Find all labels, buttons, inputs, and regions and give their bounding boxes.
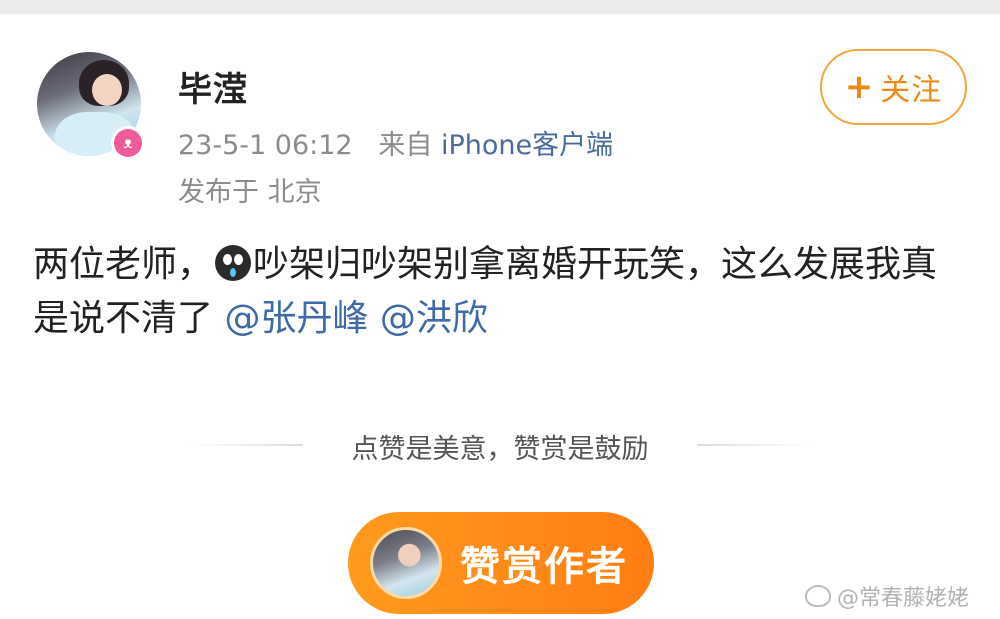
post-location: 发布于 北京 bbox=[178, 177, 322, 208]
weibo-icon bbox=[805, 585, 831, 607]
mention-link[interactable]: @张丹峰 bbox=[224, 298, 368, 339]
watermark-text: @常春藤姥姥 bbox=[837, 586, 970, 611]
avatar-face bbox=[92, 74, 122, 106]
plus-icon: + bbox=[844, 67, 875, 107]
reward-author-button[interactable]: 赞赏作者 bbox=[348, 512, 654, 614]
post-text: 两位老师， 吵架归吵架别拿离婚开玩笑，这么发展我真是说不清了 @张丹峰 @洪欣 bbox=[33, 238, 963, 346]
reward-caption: 点赞是美意，赞赏是鼓励 bbox=[351, 434, 649, 465]
divider-right bbox=[697, 444, 810, 446]
mention-link[interactable]: @洪欣 bbox=[380, 298, 488, 339]
source-prefix: 来自 bbox=[378, 130, 433, 161]
post-text-part1: 两位老师， bbox=[33, 244, 214, 285]
watermark: @常春藤姥姥 bbox=[805, 580, 969, 612]
rabbit-badge-icon: ᴥ bbox=[111, 126, 145, 160]
follow-button[interactable]: + 关注 bbox=[820, 49, 967, 125]
follow-label: 关注 bbox=[880, 73, 943, 108]
reward-author-avatar bbox=[370, 527, 442, 599]
top-status-strip bbox=[0, 0, 1000, 14]
emoji-eye-left bbox=[223, 254, 233, 265]
emoji-tear bbox=[230, 268, 237, 277]
reward-button-label: 赞赏作者 bbox=[460, 544, 628, 590]
username[interactable]: 毕滢 bbox=[178, 62, 248, 111]
source-client[interactable]: iPhone客户端 bbox=[441, 130, 613, 161]
badge-glyph: ᴥ bbox=[114, 129, 142, 157]
post-meta: 23-5-1 06:12 来自 iPhone客户端 bbox=[178, 123, 613, 162]
post-time: 23-5-1 06:12 bbox=[178, 130, 353, 161]
emoji-eye-right bbox=[234, 254, 244, 265]
crying-face-emoji-icon bbox=[215, 245, 252, 281]
